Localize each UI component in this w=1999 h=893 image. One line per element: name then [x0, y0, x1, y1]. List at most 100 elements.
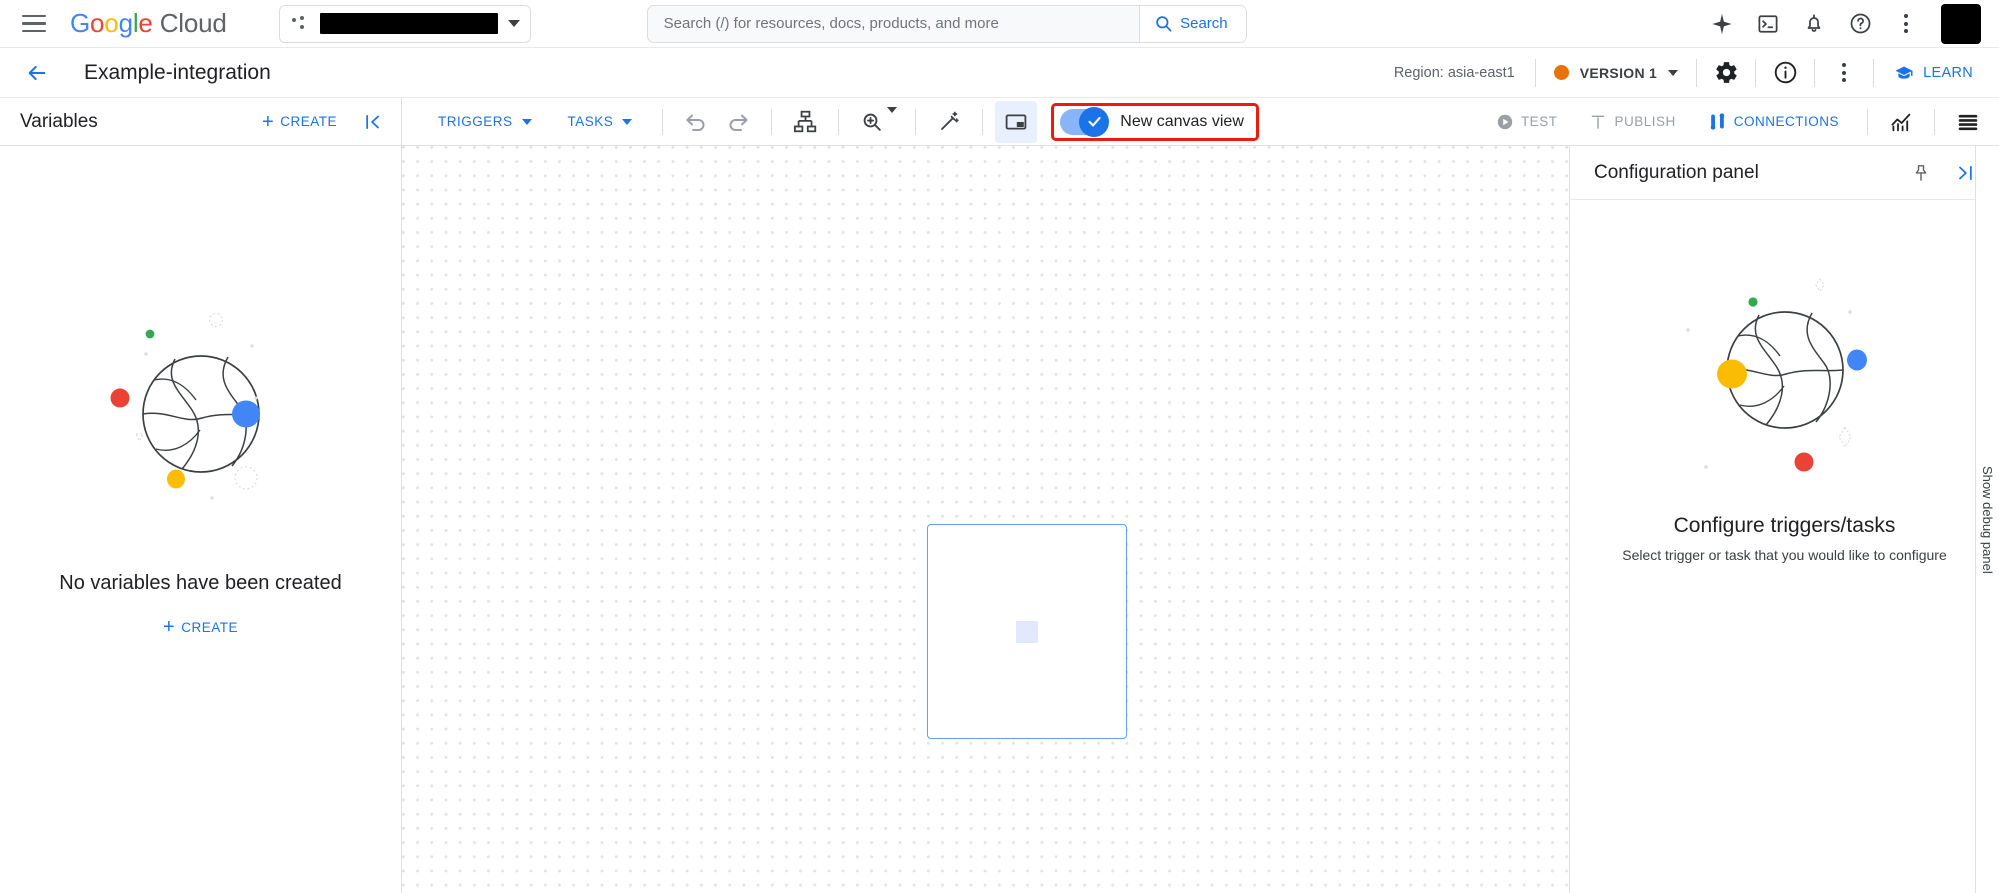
global-search[interactable]: Search: [646, 4, 1247, 43]
check-icon: [1088, 116, 1101, 127]
toggle-panel-icon: [1005, 114, 1027, 129]
triggers-menu[interactable]: TRIGGERS: [420, 114, 550, 129]
plus-icon: +: [262, 110, 275, 133]
toggle-panel-button[interactable]: [995, 100, 1038, 143]
cloud-shell-icon[interactable]: [1747, 3, 1789, 45]
undo-button[interactable]: [675, 101, 717, 143]
question-mark-circle-glyph: [1850, 13, 1870, 34]
info-button[interactable]: [1765, 53, 1805, 93]
connections-icon: [1710, 113, 1724, 130]
new-canvas-view-toggle[interactable]: [1060, 106, 1110, 137]
gemini-sparkle-icon[interactable]: [1701, 3, 1743, 45]
configuration-panel-title: Configuration panel: [1594, 161, 1759, 183]
chevron-down-icon: [507, 20, 520, 27]
notifications-bell-icon[interactable]: [1793, 3, 1835, 45]
variables-create-button[interactable]: + CREATE: [262, 112, 337, 132]
new-canvas-view-label: New canvas view: [1120, 112, 1244, 130]
arrow-left-icon: [28, 65, 46, 80]
auto-layout-icon: [793, 110, 816, 133]
search-button[interactable]: Search: [1139, 5, 1246, 42]
top-bar-actions: [1701, 3, 1985, 45]
toolbar-canvas-section: TRIGGERS TASKS New canvas view: [402, 98, 1480, 145]
sub-header-more-button[interactable]: [1824, 53, 1864, 93]
terminal-glyph: [1758, 14, 1778, 33]
variables-title: Variables: [20, 110, 98, 132]
chevron-down-icon: [1668, 69, 1679, 76]
config-empty-title: Configure triggers/tasks: [1673, 514, 1896, 537]
undo-icon: [686, 114, 705, 131]
version-label: VERSION 1: [1579, 64, 1658, 81]
redo-icon: [729, 114, 748, 131]
divider: [1814, 58, 1816, 87]
sparkle-glyph: [1712, 13, 1732, 34]
zoom-in-icon: [863, 113, 882, 131]
new-canvas-view-highlight: New canvas view: [1051, 102, 1259, 141]
variables-empty-create-label: CREATE: [181, 619, 238, 635]
plus-icon: +: [163, 616, 176, 638]
zoom-dropdown-caret[interactable]: [887, 106, 898, 131]
settings-gear-button[interactable]: [1706, 53, 1746, 93]
divider: [662, 108, 664, 135]
integration-canvas[interactable]: [402, 146, 1569, 893]
divider: [982, 108, 984, 135]
project-name-redacted: [319, 13, 498, 34]
variables-create-label: CREATE: [280, 114, 337, 129]
test-button[interactable]: TEST: [1480, 113, 1574, 131]
integration-sub-header: Example-integration Region: asia-east1 V…: [0, 48, 1999, 98]
more-vert-icon: [1842, 63, 1847, 82]
configuration-panel: Configuration panel Configure triggers/t…: [1569, 146, 1999, 893]
pin-panel-button[interactable]: [1905, 157, 1937, 189]
collapse-left-icon: [366, 114, 379, 129]
config-empty-subtitle: Select trigger or task that you would li…: [1622, 547, 1947, 563]
divider: [1867, 108, 1868, 135]
kebab-glyph: [1904, 14, 1908, 33]
show-debug-panel-rail[interactable]: Show debug panel: [1975, 146, 1999, 893]
learn-button[interactable]: LEARN: [1876, 63, 1983, 83]
logs-button[interactable]: [1947, 101, 1989, 143]
show-debug-panel-label: Show debug panel: [1980, 465, 1995, 574]
canvas-node-card[interactable]: [927, 524, 1127, 739]
avatar[interactable]: [1941, 3, 1981, 44]
config-empty-illustration: [1685, 277, 1867, 472]
magic-wand-icon: [940, 111, 959, 130]
tasks-menu[interactable]: TASKS: [550, 114, 651, 129]
logs-list-icon: [1958, 114, 1978, 130]
test-label: TEST: [1520, 114, 1558, 129]
search-input[interactable]: [647, 5, 1140, 42]
auto-layout-button[interactable]: [784, 101, 826, 143]
node-placeholder-block: [1016, 620, 1038, 643]
divider: [915, 108, 917, 135]
project-selector[interactable]: [278, 4, 531, 43]
analytics-button[interactable]: [1880, 101, 1922, 143]
toolbar-variables-section: Variables + CREATE: [0, 98, 402, 145]
google-cloud-top-bar: Google Cloud Search: [0, 0, 1999, 48]
empty-state-illustration: [110, 312, 260, 500]
publish-upload-icon: [1592, 115, 1605, 129]
version-selector[interactable]: VERSION 1: [1538, 55, 1694, 91]
info-icon: [1774, 61, 1796, 84]
back-button[interactable]: [20, 56, 54, 90]
collapse-right-icon: [1959, 165, 1972, 180]
editor-body: No variables have been created + CREATE …: [0, 146, 1999, 893]
divider: [1873, 58, 1875, 87]
version-status-dot: [1553, 65, 1569, 80]
chevron-down-icon: [622, 118, 633, 125]
bell-glyph: [1807, 13, 1821, 32]
application-integration-app: Google Cloud Search (/) for resources, d…: [0, 0, 1999, 893]
connections-button[interactable]: CONNECTIONS: [1692, 112, 1855, 131]
more-vert-icon[interactable]: [1885, 3, 1927, 45]
help-icon[interactable]: [1839, 3, 1881, 45]
play-circle-icon: [1497, 114, 1513, 129]
google-cloud-logo[interactable]: Google Cloud: [70, 8, 227, 39]
redo-button[interactable]: [717, 101, 759, 143]
chevron-down-icon: [521, 118, 532, 125]
publish-button[interactable]: PUBLISH: [1573, 113, 1691, 131]
variables-empty-create-button[interactable]: + CREATE: [163, 617, 238, 637]
magic-wand-button[interactable]: [928, 101, 970, 143]
collapse-variables-panel-button[interactable]: [353, 112, 393, 132]
search-button-label: Search: [1180, 15, 1228, 32]
tasks-label: TASKS: [567, 114, 614, 129]
hamburger-menu-icon[interactable]: [22, 9, 52, 39]
analytics-chart-icon: [1891, 113, 1911, 131]
sub-header-actions: Region: asia-east1 VERSION 1 LEARN: [1394, 48, 1983, 97]
